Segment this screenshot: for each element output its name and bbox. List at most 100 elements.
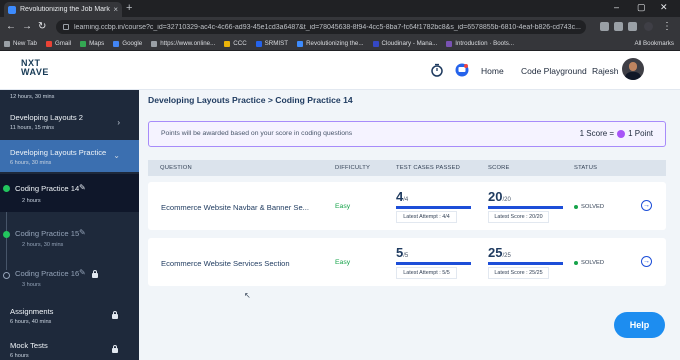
code-playground-link[interactable]: Code Playground: [521, 66, 587, 76]
breadcrumb[interactable]: Developing Layouts Practice > Coding Pra…: [148, 95, 353, 105]
score-progress-bar: [488, 206, 563, 209]
sidebar-item-mock-tests[interactable]: Mock Tests 6 hours: [0, 336, 139, 360]
latest-attempt: Latest Attempt : 4/4: [396, 211, 457, 223]
sidebar-item-developing-layouts-2[interactable]: Developing Layouts 2 11 hours, 15 mins ›: [0, 108, 139, 136]
bookmark-item[interactable]: Introduction · Boots...: [446, 40, 514, 47]
extension-icon[interactable]: [600, 22, 609, 31]
minimize-icon[interactable]: –: [614, 2, 619, 12]
practice-title: Coding Practice 14: [15, 184, 80, 193]
close-window-icon[interactable]: ✕: [660, 2, 668, 13]
sidebar-item-title: Developing Layouts Practice: [10, 148, 107, 157]
column-test-cases: TEST CASES PASSED: [396, 165, 461, 171]
all-bookmarks[interactable]: All Bookmarks: [634, 40, 674, 47]
latest-score: Latest Score : 25/25: [488, 267, 549, 279]
bookmark-item[interactable]: Maps: [80, 40, 104, 47]
bookmark-item[interactable]: Gmail: [45, 40, 72, 47]
edit-icon: ✎: [79, 183, 86, 192]
sidebar-item-duration: 11 hours, 15 mins: [10, 125, 55, 131]
user-name[interactable]: Rajesh: [592, 66, 618, 76]
address-bar[interactable]: learning.ccbp.in/course?c_id=32710329-ac…: [56, 20, 586, 34]
column-status: STATUS: [574, 165, 598, 171]
chevron-down-icon: ⌄: [113, 151, 120, 160]
score-rule: 1 Score = 1 Point: [580, 129, 653, 138]
sidebar-item-duration: 6 hours, 40 mins: [10, 319, 52, 325]
menu-icon[interactable]: ⋮: [662, 21, 672, 33]
sidebar-item-coding-practice-15[interactable]: Coding Practice 15 ✎ 2 hours, 30 mins: [0, 220, 139, 256]
sidebar-item-assignments[interactable]: Assignments 6 hours, 40 mins: [0, 302, 139, 332]
profile-icon[interactable]: [644, 22, 653, 31]
tests-progress-bar: [396, 262, 471, 265]
lock-icon: [112, 345, 118, 353]
practice-duration: 2 hours: [22, 198, 41, 204]
bookmark-item[interactable]: CCC: [224, 40, 247, 47]
bookmark-item[interactable]: Google: [113, 40, 142, 47]
bookmark-item[interactable]: New Tab: [4, 40, 37, 47]
puzzle-icon[interactable]: [614, 22, 623, 31]
points-notice: Points will be awarded based on your sco…: [148, 121, 666, 147]
mouse-cursor-icon: ↖: [244, 291, 251, 300]
bookmark-label: Gmail: [54, 40, 72, 47]
bookmark-favicon-icon: [151, 40, 158, 47]
bookmark-item[interactable]: https://www.online...: [151, 40, 215, 47]
bookmark-item[interactable]: Cloudinary - Mana...: [372, 40, 438, 47]
browser-tab-bar: Revolutionizing the Job Market | × + – ▢…: [0, 0, 680, 17]
table-row[interactable]: Ecommerce Website Navbar & Banner Se... …: [148, 182, 666, 230]
bookmark-favicon-icon: [372, 40, 379, 47]
bookmark-label: CCC: [233, 40, 247, 47]
column-difficulty: DIFFICULTY: [335, 165, 371, 171]
bookmark-label: Revolutionizing the...: [306, 40, 364, 47]
tests-progress-bar: [396, 206, 471, 209]
sidebar-prev-section[interactable]: 12 hours, 30 mins: [0, 92, 139, 104]
home-link[interactable]: Home: [481, 66, 504, 76]
timer-icon[interactable]: [430, 63, 444, 77]
sidebar-item-coding-practice-16[interactable]: Coding Practice 16 ✎ 3 hours: [0, 263, 139, 299]
bookmark-favicon-icon: [224, 40, 231, 47]
score-progress-bar: [488, 262, 563, 265]
nxtwave-logo[interactable]: NXT WAVE: [21, 59, 49, 77]
sidebar-item-coding-practice-14[interactable]: Coding Practice 14 ✎ 2 hours: [0, 174, 139, 212]
tests-passed: 4/4: [396, 189, 409, 204]
reload-icon[interactable]: ↻: [38, 21, 46, 33]
forward-icon[interactable]: →: [22, 21, 32, 33]
question-title[interactable]: Ecommerce Website Services Section: [161, 259, 290, 268]
bookmark-label: Cloudinary - Mana...: [381, 40, 438, 47]
bookmark-favicon-icon: [113, 40, 120, 47]
edit-icon: ✎: [79, 268, 86, 277]
arrow-right-icon[interactable]: →: [641, 256, 652, 267]
column-score: SCORE: [488, 165, 510, 171]
practice-title: Coding Practice 15: [15, 229, 80, 238]
help-button[interactable]: Help: [614, 312, 665, 338]
bookmark-label: SRMIST: [264, 40, 289, 47]
completed-dot-icon: [3, 185, 10, 192]
site-info-icon[interactable]: [63, 24, 69, 30]
status-badge: SOLVED: [574, 204, 604, 210]
practice-duration: 3 hours: [22, 282, 41, 288]
status-badge: SOLVED: [574, 260, 604, 266]
bookmark-item[interactable]: SRMIST: [255, 40, 289, 47]
browser-tab[interactable]: Revolutionizing the Job Market | ×: [4, 2, 122, 17]
bookmark-item[interactable]: Revolutionizing the...: [297, 40, 364, 47]
back-icon[interactable]: ←: [6, 21, 16, 33]
avatar[interactable]: [622, 58, 644, 80]
column-question: QUESTION: [160, 165, 192, 171]
sidebar-item-duration: 6 hours: [10, 353, 29, 359]
completed-dot-icon: [3, 231, 10, 238]
coin-icon: [617, 129, 626, 138]
sidebar-item-developing-layouts-practice[interactable]: Developing Layouts Practice 6 hours, 30 …: [0, 140, 139, 172]
maximize-icon[interactable]: ▢: [637, 2, 646, 13]
url-text: learning.ccbp.in/course?c_id=32710329-ac…: [74, 23, 581, 31]
table-row[interactable]: Ecommerce Website Services Section Easy …: [148, 238, 666, 286]
close-tab-icon[interactable]: ×: [113, 5, 118, 14]
difficulty-label: Easy: [335, 203, 351, 210]
score-value: 20/20: [488, 189, 511, 204]
sidebar-item-title: Mock Tests: [10, 341, 48, 350]
question-title[interactable]: Ecommerce Website Navbar & Banner Se...: [161, 203, 309, 212]
new-tab-icon[interactable]: +: [126, 2, 132, 14]
bookmark-favicon-icon: [4, 40, 10, 47]
chat-icon[interactable]: [455, 63, 469, 77]
sidepanel-icon[interactable]: [628, 22, 637, 31]
arrow-right-icon[interactable]: →: [641, 200, 652, 211]
practice-duration: 2 hours, 30 mins: [22, 242, 64, 248]
chevron-right-icon: ›: [117, 118, 120, 127]
bookmark-favicon-icon: [255, 40, 262, 47]
